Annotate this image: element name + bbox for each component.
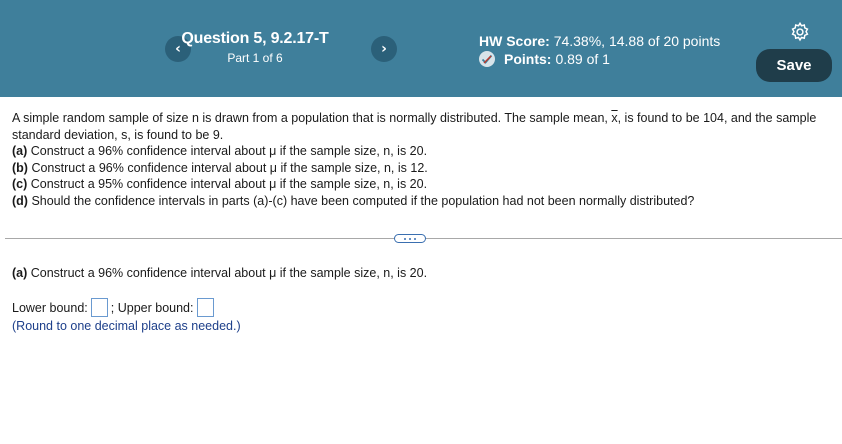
question-title: Question 5, 9.2.17-T (181, 30, 329, 47)
upper-bound-label: Upper bound: (117, 300, 194, 315)
item-tag: (c) (12, 177, 28, 191)
hw-score-label: HW Score: (479, 33, 550, 49)
gear-icon[interactable] (789, 21, 811, 43)
hw-score-value: 74.38%, 14.88 of 20 points (553, 33, 721, 49)
item-tag: (a) (12, 144, 28, 158)
question-header: ‹ Question 5, 9.2.17-T Part 1 of 6 › HW … (0, 0, 842, 97)
points-value: 0.89 of 1 (555, 51, 610, 67)
points-display: Points: 0.89 of 1 (479, 51, 610, 67)
item-text: Construct a 96% confidence interval abou… (27, 160, 428, 175)
points-label: Points: (504, 51, 552, 67)
lower-bound-label: Lower bound: (12, 300, 88, 315)
part-indicator: Part 1 of 6 (227, 51, 283, 65)
item-text: Should the confidence intervals in parts… (27, 193, 695, 208)
problem-item-b: (b) Construct a 96% confidence interval … (12, 160, 824, 177)
item-text: Construct a 95% confidence interval abou… (27, 177, 428, 191)
item-text: Construct a 96% confidence interval abou… (27, 144, 428, 158)
lower-bound-input[interactable] (90, 298, 108, 317)
more-dots-icon[interactable] (394, 234, 426, 243)
save-button[interactable]: Save (756, 49, 832, 82)
next-question-button[interactable]: › (371, 36, 397, 62)
problem-statement: A simple random sample of size n is draw… (12, 110, 824, 209)
problem-intro: A simple random sample of size n is draw… (12, 110, 824, 143)
problem-item-a: (a) Construct a 96% confidence interval … (12, 143, 824, 160)
partial-credit-icon (479, 51, 495, 67)
problem-item-d: (d) Should the confidence intervals in p… (12, 193, 824, 210)
item-tag: (b) (12, 160, 28, 175)
problem-intro-text-1: A simple random sample of size n is draw… (12, 111, 612, 125)
bound-separator: ; (110, 300, 115, 315)
chevron-right-icon: › (381, 41, 387, 57)
current-part-text: Construct a 96% confidence interval abou… (27, 266, 428, 280)
current-part-tag: (a) (12, 266, 28, 280)
problem-item-c: (c) Construct a 95% confidence interval … (12, 176, 824, 193)
answer-row: Lower bound: ; Upper bound: (12, 298, 217, 317)
upper-bound-input[interactable] (196, 298, 214, 317)
rounding-hint: (Round to one decimal place as needed.) (12, 319, 241, 333)
hw-score: HW Score: 74.38%, 14.88 of 20 points (479, 33, 720, 49)
item-tag: (d) (12, 193, 28, 208)
current-part-question: (a) Construct a 96% confidence interval … (12, 266, 427, 280)
